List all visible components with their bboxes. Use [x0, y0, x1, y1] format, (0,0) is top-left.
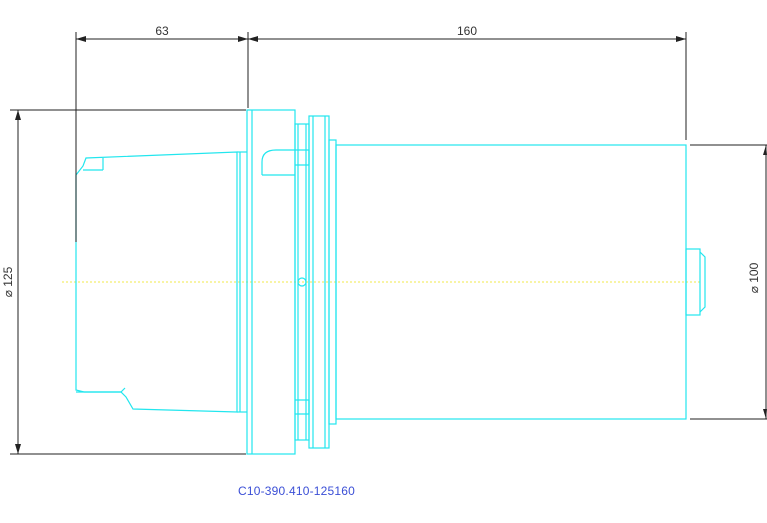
- dimension-diameter-right: ⌀ 100: [747, 262, 761, 293]
- taper-section: [75, 151, 238, 413]
- dimension-lines: [10, 32, 767, 455]
- dimension-diameter-left: ⌀ 125: [1, 266, 15, 297]
- part-number-caption: C10-390.410-125160: [238, 484, 356, 498]
- rear-stub: [685, 248, 701, 316]
- technical-drawing: 63 160 ⌀ 125 ⌀ 100: [1, 24, 767, 455]
- dimension-length-left: 63: [155, 24, 169, 38]
- dimension-length-right: 160: [457, 24, 477, 38]
